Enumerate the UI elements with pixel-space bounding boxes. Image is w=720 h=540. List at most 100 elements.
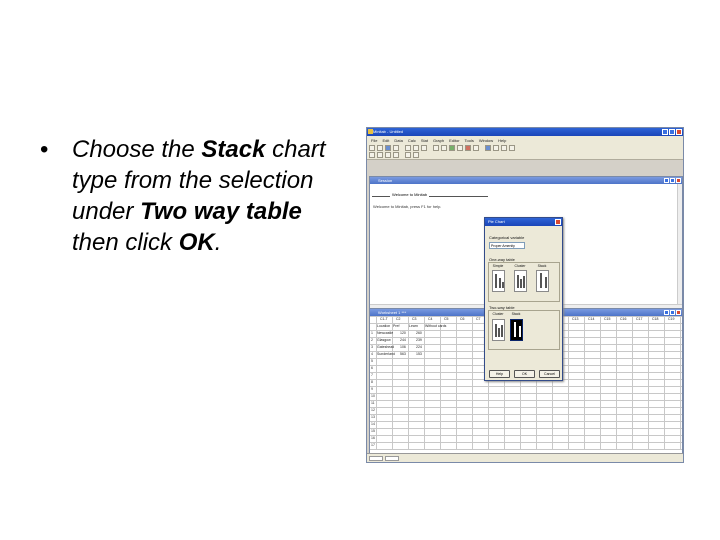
column-header[interactable]: C18 — [652, 317, 658, 321]
variable-field[interactable]: Proper Amenity — [489, 242, 525, 249]
annotation-icon[interactable] — [413, 152, 419, 158]
column-header[interactable]: C13 — [572, 317, 578, 321]
help-icon[interactable] — [473, 145, 479, 151]
project-manager-icon[interactable] — [501, 145, 507, 151]
save-icon[interactable] — [385, 145, 391, 151]
grid-line-col — [584, 316, 585, 450]
table-cell[interactable]: 224 — [416, 345, 422, 349]
insert-columns-icon[interactable] — [385, 152, 391, 158]
two-way-chart-type-stack-selected[interactable] — [510, 319, 523, 341]
table-cell[interactable]: 120 — [400, 331, 406, 335]
paste-icon[interactable] — [421, 145, 427, 151]
column-name: Pref — [393, 324, 400, 328]
move-columns-icon[interactable] — [393, 152, 399, 158]
cancel-button[interactable]: Cancel — [539, 370, 560, 378]
table-cell[interactable]: 239 — [416, 338, 422, 342]
two-way-cluster-label: Cluster — [492, 312, 504, 316]
toolbar-separator — [401, 152, 403, 158]
print-icon[interactable] — [393, 145, 399, 151]
table-cell[interactable]: 153 — [416, 352, 422, 356]
taskbar-item[interactable] — [385, 456, 399, 461]
table-cell[interactable]: Newcastle — [377, 331, 393, 335]
chart-type-simple[interactable] — [492, 270, 505, 292]
table-cell[interactable]: Glasgow — [377, 338, 391, 342]
session-window-controls — [664, 178, 681, 183]
column-header[interactable]: C3 — [412, 317, 416, 321]
menu-graph[interactable]: Graph — [433, 138, 444, 143]
column-header[interactable]: C16 — [620, 317, 626, 321]
maximize-icon[interactable] — [669, 129, 675, 135]
table-cell[interactable]: Sunderland — [377, 352, 395, 356]
grid-line-col — [680, 316, 681, 450]
open-icon[interactable] — [377, 145, 383, 151]
column-header[interactable]: C1-T — [380, 317, 388, 321]
worksheet-window-controls — [664, 310, 681, 315]
find-icon[interactable] — [457, 145, 463, 151]
toolbar-separator — [481, 145, 483, 151]
copy-icon[interactable] — [413, 145, 419, 151]
menu-editor[interactable]: Editor — [449, 138, 459, 143]
column-header[interactable]: C2 — [396, 317, 400, 321]
column-header[interactable]: C15 — [604, 317, 610, 321]
grid-line-row — [370, 449, 682, 450]
chart-type-stack[interactable] — [536, 270, 549, 292]
maximize-icon[interactable] — [670, 310, 675, 315]
cancel-icon[interactable] — [465, 145, 471, 151]
two-way-chart-type-cluster[interactable] — [492, 319, 505, 341]
insert-rows-icon[interactable] — [377, 152, 383, 158]
column-header[interactable]: C4 — [428, 317, 432, 321]
worksheet-title: Worksheet 1 *** — [378, 310, 407, 315]
menu-tools[interactable]: Tools — [465, 138, 474, 143]
menu-window[interactable]: Window — [479, 138, 493, 143]
column-header[interactable]: C6 — [460, 317, 464, 321]
new-icon[interactable] — [369, 145, 375, 151]
close-icon[interactable] — [676, 310, 681, 315]
menu-data[interactable]: Data — [394, 138, 402, 143]
table-cell[interactable]: 106 — [400, 345, 406, 349]
close-icon[interactable] — [555, 219, 561, 225]
table-cell[interactable]: 260 — [416, 331, 422, 335]
toolbar-separator — [429, 145, 431, 151]
insert-cells-icon[interactable] — [369, 152, 375, 158]
ok-button[interactable]: OK — [514, 370, 535, 378]
minimize-icon[interactable] — [664, 178, 669, 183]
menu-edit[interactable]: Edit — [382, 138, 389, 143]
taskbar-item[interactable] — [369, 456, 383, 461]
column-header[interactable]: C7 — [476, 317, 480, 321]
table-cell[interactable]: 244 — [400, 338, 406, 342]
session-vertical-scrollbar[interactable] — [677, 184, 682, 308]
session-window-icon[interactable] — [485, 145, 491, 151]
window-controls — [662, 129, 682, 135]
redo-icon[interactable] — [441, 145, 447, 151]
graph-icon[interactable] — [449, 145, 455, 151]
cut-icon[interactable] — [405, 145, 411, 151]
row-number: 17 — [371, 443, 375, 447]
close-graphs-icon[interactable] — [509, 145, 515, 151]
grid-line-col — [392, 316, 393, 450]
table-cell[interactable]: Gateshead — [377, 345, 394, 349]
worksheet-icon[interactable] — [493, 145, 499, 151]
column-header[interactable]: C5 — [444, 317, 448, 321]
chart-type-cluster[interactable] — [514, 270, 527, 292]
column-header[interactable]: C19 — [668, 317, 674, 321]
grid-line-row — [370, 386, 682, 387]
help-button[interactable]: Help — [489, 370, 510, 378]
column-header[interactable]: C14 — [588, 317, 594, 321]
menu-help[interactable]: Help — [498, 138, 506, 143]
brush-icon[interactable] — [405, 152, 411, 158]
row-number: 5 — [371, 359, 373, 363]
undo-icon[interactable] — [433, 145, 439, 151]
bullet-text-3: then click — [72, 229, 179, 256]
minimize-icon[interactable] — [664, 310, 669, 315]
minimize-icon[interactable] — [662, 129, 668, 135]
pie-chart-dialog: Pie Chart Categorical variable Proper Am… — [484, 217, 563, 381]
menu-calc[interactable]: Calc — [408, 138, 416, 143]
menu-stat[interactable]: Stat — [421, 138, 428, 143]
table-cell[interactable]: 563 — [400, 352, 406, 356]
maximize-icon[interactable] — [670, 178, 675, 183]
close-icon[interactable] — [676, 178, 681, 183]
close-icon[interactable] — [676, 129, 682, 135]
row-number: 10 — [371, 394, 375, 398]
menu-file[interactable]: File — [371, 138, 377, 143]
column-header[interactable]: C17 — [636, 317, 642, 321]
